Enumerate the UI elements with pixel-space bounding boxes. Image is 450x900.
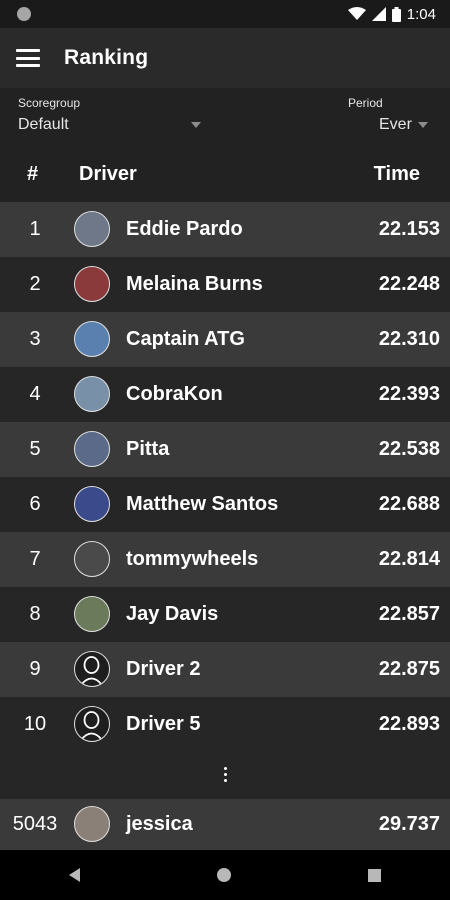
table-row[interactable]: 1 Eddie Pardo 22.153 xyxy=(0,202,450,257)
avatar xyxy=(74,431,110,467)
table-row[interactable]: 3 Captain ATG 22.310 xyxy=(0,312,450,367)
row-time: 22.688 xyxy=(378,493,440,515)
row-time: 22.814 xyxy=(378,548,440,570)
row-driver-name: Melaina Burns xyxy=(126,273,263,295)
signal-icon xyxy=(371,7,386,21)
status-time: 1:04 xyxy=(406,5,436,23)
row-rank: 9 xyxy=(29,658,41,680)
table-row[interactable]: 2 Melaina Burns 22.248 xyxy=(0,257,450,312)
table-row[interactable]: 6 Matthew Santos 22.688 xyxy=(0,477,450,532)
app-bar: Ranking xyxy=(0,28,450,88)
chevron-down-icon xyxy=(190,122,201,128)
avatar xyxy=(74,266,110,302)
status-bar: 1:04 xyxy=(0,0,450,28)
avatar xyxy=(74,321,110,357)
avatar xyxy=(74,806,110,842)
row-rank: 1 xyxy=(29,218,41,240)
avatar xyxy=(74,486,110,522)
scoregroup-label: Scoregroup xyxy=(18,96,81,110)
page-title: Ranking xyxy=(64,46,149,69)
row-rank: 7 xyxy=(29,548,41,570)
menu-icon[interactable] xyxy=(16,49,40,67)
row-time: 22.393 xyxy=(378,383,440,405)
period-select[interactable]: Period Ever xyxy=(348,96,428,134)
back-icon[interactable] xyxy=(68,868,80,882)
recent-apps-icon[interactable] xyxy=(368,868,382,882)
row-time: 22.875 xyxy=(378,658,440,680)
avatar xyxy=(74,211,110,247)
row-driver-name: Driver 5 xyxy=(126,713,201,735)
battery-icon xyxy=(391,6,401,22)
column-rank-header: # xyxy=(27,163,39,185)
more-vertical-icon xyxy=(223,767,227,782)
row-driver-name: jessica xyxy=(126,813,193,835)
row-rank: 8 xyxy=(29,603,41,625)
column-time-header: Time xyxy=(373,163,420,185)
navigation-bar xyxy=(0,850,450,900)
avatar xyxy=(74,541,110,577)
row-driver-name: CobraKon xyxy=(126,383,223,405)
row-time: 22.857 xyxy=(378,603,440,625)
default-driver-avatar-icon xyxy=(74,706,110,742)
column-driver-header: Driver xyxy=(79,163,137,185)
row-driver-name: Jay Davis xyxy=(126,603,219,625)
row-time: 22.310 xyxy=(378,328,440,350)
table-row[interactable]: 5 Pitta 22.538 xyxy=(0,422,450,477)
table-row[interactable]: 7 tommywheels 22.814 xyxy=(0,532,450,587)
row-time: 22.153 xyxy=(378,218,440,240)
row-driver-name: Pitta xyxy=(126,438,170,460)
row-rank: 4 xyxy=(29,383,41,405)
filter-bar: Scoregroup Default Period Ever xyxy=(0,88,450,150)
avatar xyxy=(74,376,110,412)
row-rank: 5 xyxy=(29,438,41,460)
home-icon[interactable] xyxy=(216,868,231,882)
notification-icon xyxy=(17,7,31,21)
avatar xyxy=(74,596,110,632)
default-driver-avatar-icon xyxy=(74,651,110,687)
row-rank: 3 xyxy=(29,328,41,350)
table-header: # Driver Time xyxy=(0,150,450,202)
period-label: Period xyxy=(348,96,383,110)
row-time: 22.538 xyxy=(378,438,440,460)
scoregroup-select[interactable]: Scoregroup Default xyxy=(18,96,201,134)
row-driver-name: Driver 2 xyxy=(126,658,201,680)
row-time: 22.893 xyxy=(378,713,440,735)
period-value: Ever xyxy=(379,116,412,133)
table-row[interactable]: 8 Jay Davis 22.857 xyxy=(0,587,450,642)
row-driver-name: Eddie Pardo xyxy=(126,218,243,240)
more-rows-indicator[interactable] xyxy=(0,750,450,799)
row-rank: 10 xyxy=(23,713,47,735)
current-user-row[interactable]: 5043 jessica 29.737 xyxy=(0,799,450,850)
row-driver-name: Matthew Santos xyxy=(126,493,279,515)
row-rank: 6 xyxy=(29,493,41,515)
row-driver-name: tommywheels xyxy=(126,548,259,570)
table-row[interactable]: 9 Driver 2 22.875 xyxy=(0,642,450,697)
row-driver-name: Captain ATG xyxy=(126,328,245,350)
chevron-down-icon xyxy=(417,122,428,128)
scoregroup-value: Default xyxy=(18,116,69,133)
table-row[interactable]: 10 Driver 5 22.893 xyxy=(0,697,450,752)
row-rank: 2 xyxy=(29,273,41,295)
row-time: 22.248 xyxy=(378,273,440,295)
table-row[interactable]: 4 CobraKon 22.393 xyxy=(0,367,450,422)
wifi-icon xyxy=(347,7,366,20)
row-rank: 5043 xyxy=(12,813,58,835)
row-time: 29.737 xyxy=(378,813,440,835)
